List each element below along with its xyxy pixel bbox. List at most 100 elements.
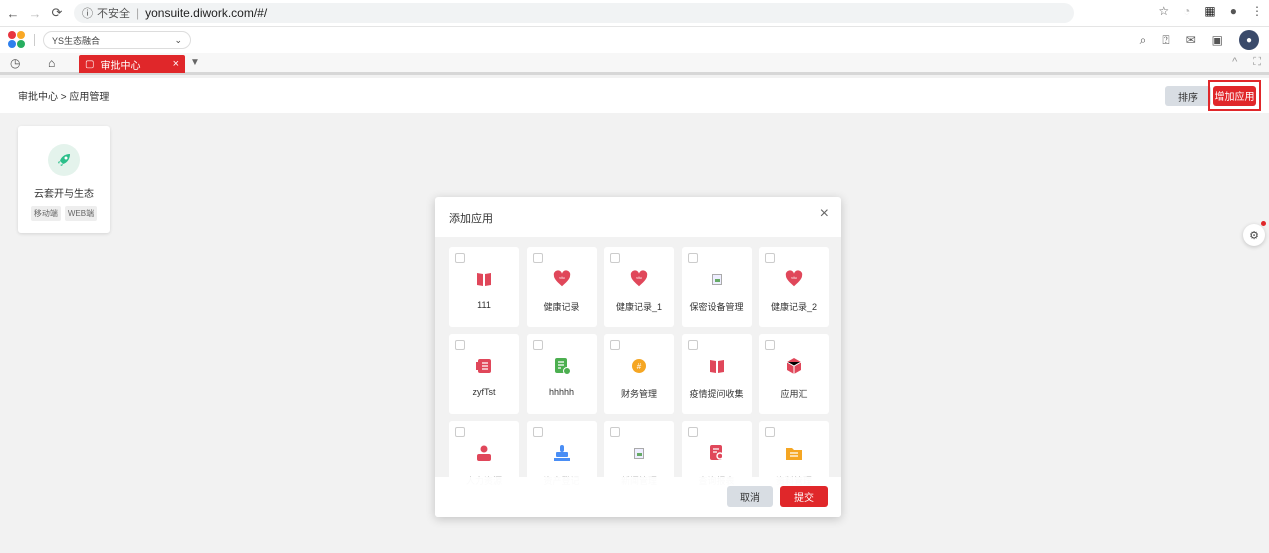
message-icon[interactable]: ✉	[1186, 33, 1196, 47]
tile-checkbox[interactable]	[687, 340, 698, 350]
svg-text:vitu: vitu	[636, 276, 642, 280]
app-tile[interactable]: 应用汇	[759, 334, 829, 414]
tile-checkbox[interactable]	[532, 340, 543, 350]
address-separator: |	[136, 6, 140, 20]
person-icon	[475, 444, 493, 462]
cube-icon	[785, 357, 803, 375]
close-icon[interactable]: ×	[173, 58, 179, 70]
coin-icon: #	[630, 357, 648, 375]
tile-checkbox[interactable]	[532, 427, 543, 437]
search-icon[interactable]: ⌕	[1140, 33, 1147, 48]
insecure-label: 不安全	[97, 8, 130, 20]
tile-checkbox[interactable]	[765, 427, 775, 437]
broken-image-icon	[630, 444, 648, 462]
sort-button[interactable]: 排序	[1165, 86, 1211, 106]
broken-image-icon	[708, 270, 726, 288]
tile-checkbox[interactable]	[687, 427, 698, 437]
app-header: YS生态融合 ⌄ ⌕ ⍰ ✉ ▣ ●	[0, 27, 1269, 53]
folder-icon	[785, 444, 803, 462]
close-icon[interactable]: ×	[820, 205, 829, 223]
tile-name: 111	[477, 300, 491, 310]
app-card[interactable]: 云套开与生态 移动端 WEB端	[18, 126, 110, 233]
url-text[interactable]: yonsuite.diwork.com/#/	[145, 6, 267, 20]
modal-title: 添加应用	[449, 213, 493, 225]
breadcrumb-bar: 审批中心 > 应用管理 排序 增加应用	[0, 78, 1269, 113]
notification-dot	[1261, 221, 1266, 226]
tile-checkbox[interactable]	[455, 427, 465, 437]
help-icon[interactable]: ⍰	[1162, 33, 1169, 48]
app-tile[interactable]: vitu 健康记录_1	[604, 247, 674, 327]
forward-icon[interactable]: →	[26, 4, 44, 22]
extension-icon[interactable]: ◔	[1183, 4, 1190, 18]
app-tile[interactable]: # 财务管理	[604, 334, 674, 414]
svg-text:vitu: vitu	[791, 276, 797, 280]
tile-checkbox[interactable]	[687, 253, 698, 263]
tile-checkbox[interactable]	[610, 427, 620, 437]
app-logo-icon[interactable]	[8, 31, 26, 49]
tile-checkbox[interactable]	[610, 340, 620, 350]
menu-dots-icon[interactable]: ⋮	[1251, 4, 1263, 18]
app-tile[interactable]: 疫情提问收集	[681, 334, 752, 414]
tile-checkbox[interactable]	[455, 253, 465, 263]
tenant-name: YS生态融合	[52, 35, 101, 46]
profile-icon[interactable]: ●	[1230, 4, 1237, 18]
tag-mobile: 移动端	[30, 206, 61, 221]
address-bar[interactable]: ⓘ 不安全 | yonsuite.diwork.com/#/	[74, 3, 1074, 23]
stamp-icon	[553, 444, 571, 462]
svg-text:#: #	[637, 362, 642, 371]
app-tile[interactable]: vitu 健康记录	[526, 247, 597, 327]
tab-approval-center[interactable]: ▢ 审批中心 ×	[79, 55, 185, 73]
reload-icon[interactable]: ⟳	[48, 4, 66, 22]
tile-name: 保密设备管理	[689, 302, 744, 312]
svg-text:vitu: vitu	[559, 276, 565, 280]
tile-name: 健康记录_1	[615, 302, 662, 312]
star-icon[interactable]: ☆	[1158, 4, 1169, 18]
app-card-name: 云套开与生态	[34, 189, 94, 200]
header-divider	[34, 34, 35, 46]
tile-checkbox[interactable]	[610, 253, 620, 263]
avatar[interactable]: ●	[1239, 30, 1259, 50]
browser-toolbar: ← → ⟳ ⓘ 不安全 | yonsuite.diwork.com/#/ ☆ ◔…	[0, 0, 1269, 27]
tile-name: zyfTst	[472, 387, 496, 397]
calendar-icon[interactable]: ▣	[1212, 33, 1223, 47]
extension-qr-icon[interactable]: ▦	[1204, 4, 1215, 18]
add-app-modal: 添加应用 × 111 vitu 健康记录 vitu 健康记录_1 保密设备管理 vitu 健康…	[435, 197, 841, 517]
book-icon	[708, 357, 726, 375]
app-tile[interactable]: zyfTst	[449, 334, 519, 414]
history-icon[interactable]: ◷	[10, 56, 20, 70]
add-app-button[interactable]: 增加应用	[1213, 85, 1256, 106]
heart-icon: vitu	[630, 270, 648, 288]
tile-name: hhhhh	[548, 387, 575, 397]
app-tile[interactable]: 保密设备管理	[681, 247, 752, 327]
assistant-icon[interactable]: ⚙	[1243, 221, 1266, 246]
tile-name: 疫情提问收集	[689, 389, 744, 399]
app-tile[interactable]: vitu 健康记录_2	[759, 247, 829, 327]
cancel-button[interactable]: 取消	[727, 486, 773, 507]
tile-name: 应用汇	[780, 389, 808, 399]
tile-checkbox[interactable]	[765, 340, 775, 350]
tile-checkbox[interactable]	[532, 253, 543, 263]
rocket-icon	[48, 144, 80, 176]
tag-web: WEB端	[64, 206, 98, 221]
tile-checkbox[interactable]	[455, 340, 465, 350]
tenant-select[interactable]: YS生态融合 ⌄	[43, 31, 191, 49]
home-icon[interactable]: ⌂	[48, 56, 55, 70]
back-icon[interactable]: ←	[4, 4, 22, 22]
collapse-icon[interactable]: ^	[1232, 56, 1237, 69]
add-app-highlight: 增加应用	[1208, 80, 1261, 111]
tab-dropdown-icon[interactable]: ▼	[190, 57, 200, 68]
document-icon: ▢	[85, 58, 95, 70]
info-icon[interactable]: ⓘ	[82, 5, 93, 21]
breadcrumb[interactable]: 审批中心 > 应用管理	[18, 88, 109, 103]
tile-name: 健康记录_2	[770, 302, 817, 312]
app-tile[interactable]: hhhhh	[526, 334, 597, 414]
fullscreen-icon[interactable]: ⛶	[1253, 56, 1261, 69]
doc-search-icon	[708, 444, 726, 462]
book-icon	[475, 270, 493, 288]
tile-name: 财务管理	[620, 389, 657, 399]
app-tile-grid: 111 vitu 健康记录 vitu 健康记录_1 保密设备管理 vitu 健康记录_2 zyf…	[435, 237, 841, 501]
heart-icon: vitu	[785, 270, 803, 288]
app-tile[interactable]: 111	[449, 247, 519, 327]
tile-checkbox[interactable]	[765, 253, 775, 263]
submit-button[interactable]: 提交	[780, 486, 828, 507]
